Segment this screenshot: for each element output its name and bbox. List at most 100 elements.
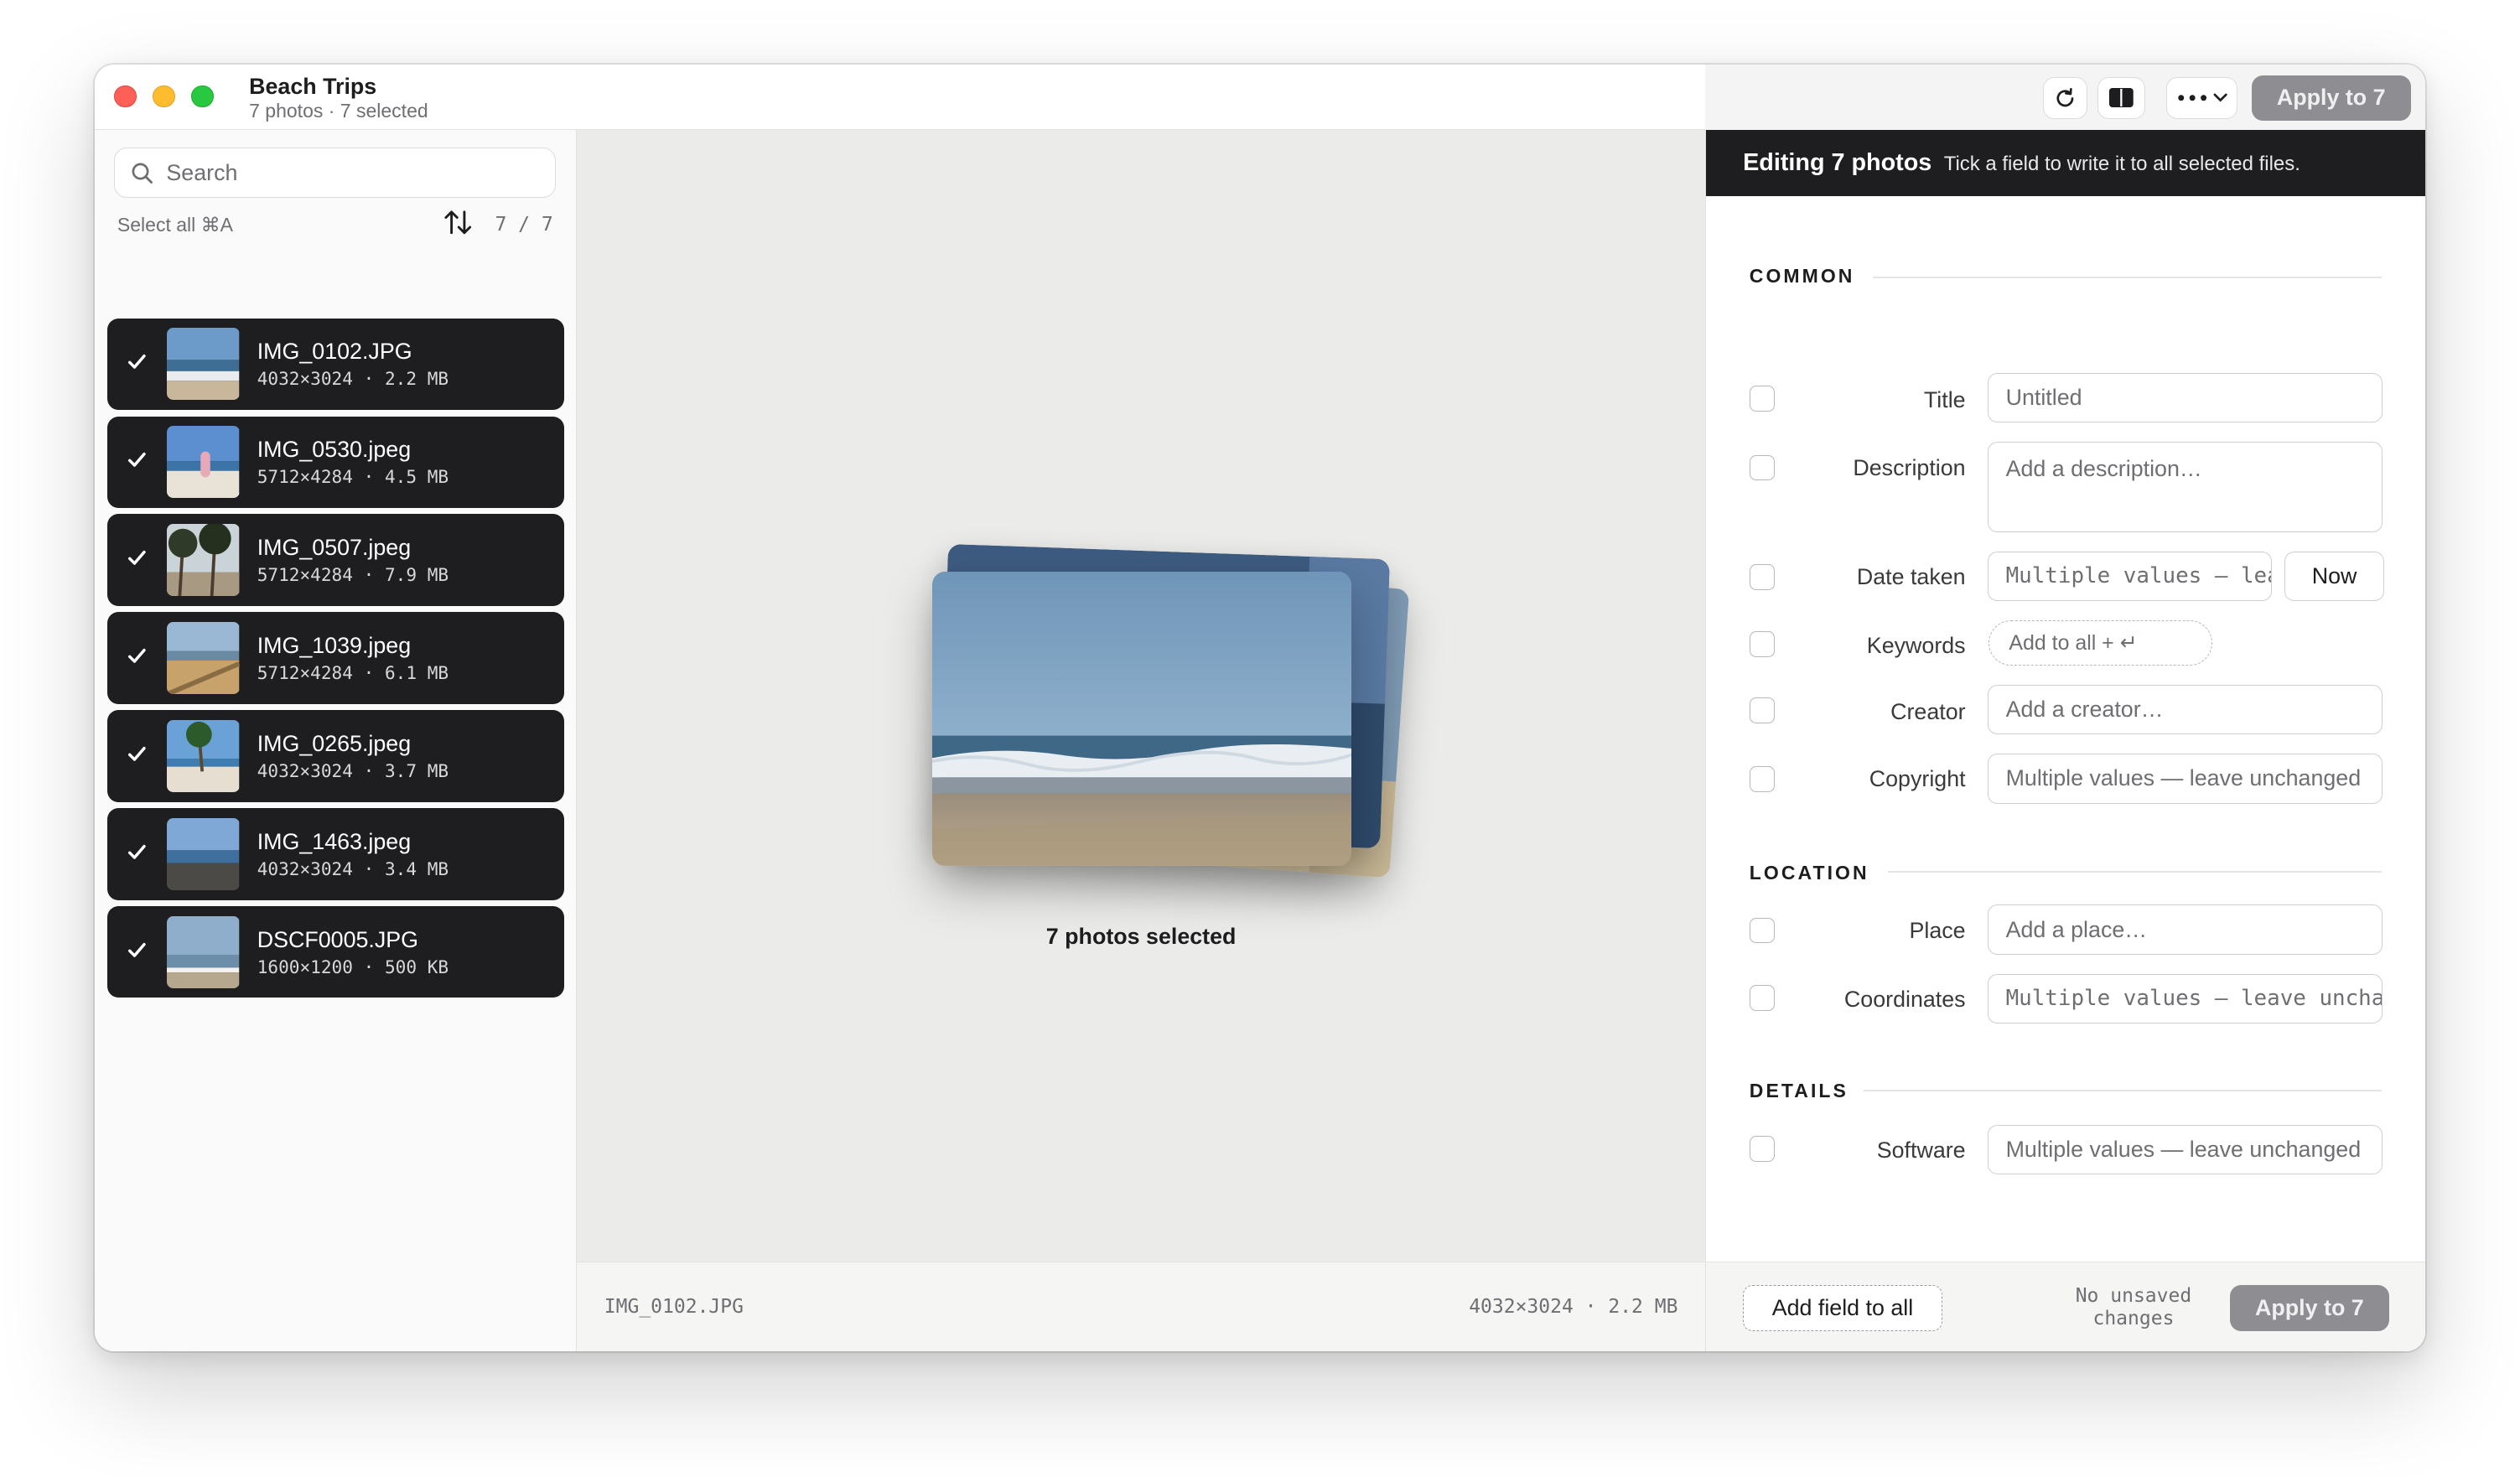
photo-thumbnail — [167, 328, 240, 401]
file-list-item[interactable]: IMG_0265.jpeg 4032×3024 · 3.7 MB — [107, 710, 564, 802]
file-name: IMG_0530.jpeg — [257, 437, 412, 463]
section-divider — [1873, 276, 2383, 278]
photo-thumbnail — [167, 719, 240, 793]
file-name: IMG_1463.jpeg — [257, 829, 412, 855]
photo-thumbnail — [167, 426, 240, 499]
close-window-button[interactable] — [114, 85, 137, 108]
editor-banner: Editing 7 photos Tick a field to write i… — [1706, 130, 2425, 196]
title-field[interactable]: Untitled — [1987, 372, 2383, 423]
date-taken-field[interactable]: Multiple values — leave unchanged — [1987, 551, 2272, 601]
description-checkbox[interactable] — [1749, 454, 1776, 481]
sidebar: Search Select all ⌘A 7 / 7 IMG_0102.JPG … — [95, 130, 578, 1352]
photo-thumbnail — [167, 817, 240, 891]
search-icon — [132, 163, 153, 184]
file-name: DSCF0005.JPG — [257, 927, 419, 953]
desktop: Beach Trips 7 photos · 7 selected Apply … — [0, 0, 2520, 1477]
software-checkbox[interactable] — [1749, 1136, 1776, 1163]
file-list-item[interactable]: IMG_0102.JPG 4032×3024 · 2.2 MB — [107, 318, 564, 410]
add-field-button[interactable]: Add field to all — [1743, 1284, 1942, 1332]
refresh-icon — [2056, 87, 2074, 106]
photo-thumbnail — [167, 621, 240, 695]
file-meta: 5712×4284 · 4.5 MB — [257, 465, 449, 487]
creator-label: Creator — [1890, 698, 1966, 724]
creator-checkbox[interactable] — [1749, 697, 1776, 723]
creator-field[interactable]: Add a creator… — [1987, 684, 2383, 735]
refresh-button[interactable] — [2042, 77, 2088, 119]
file-list-item[interactable]: IMG_1039.jpeg 5712×4284 · 6.1 MB — [107, 612, 564, 704]
file-name: IMG_0507.jpeg — [257, 535, 412, 561]
copyright-label: Copyright — [1869, 766, 1966, 792]
selection-count: 7 / 7 — [495, 213, 553, 236]
place-field[interactable]: Add a place… — [1987, 904, 2383, 955]
title-label: Title — [1923, 387, 1966, 412]
file-name: IMG_0265.jpeg — [257, 731, 412, 757]
more-icon — [2178, 95, 2206, 101]
software-field[interactable]: Multiple values — leave unchanged — [1987, 1124, 2383, 1175]
split-view-icon — [2109, 88, 2134, 108]
keywords-checkbox[interactable] — [1749, 631, 1776, 658]
editor-title: Editing 7 photos — [1743, 149, 1932, 177]
unsaved-status: No unsaved changes — [2075, 1284, 2192, 1329]
metadata-editor: Editing 7 photos Tick a field to write i… — [1705, 130, 2425, 1352]
sort-icon[interactable] — [443, 209, 473, 236]
checkmark-icon — [127, 746, 146, 761]
section-title-details: DETAILS — [1749, 1080, 1849, 1102]
window-title: Beach Trips — [249, 74, 377, 100]
description-label: Description — [1853, 454, 1966, 480]
description-field[interactable]: Add a description… — [1987, 442, 2383, 532]
keywords-field[interactable]: Add to all + ↵ — [1989, 619, 2212, 666]
file-name: IMG_1039.jpeg — [257, 633, 412, 659]
chevron-down-icon — [2213, 93, 2227, 102]
software-label: Software — [1876, 1138, 1966, 1163]
file-meta: 5712×4284 · 7.9 MB — [257, 563, 449, 585]
zoom-window-button[interactable] — [191, 85, 214, 108]
file-list-item[interactable]: IMG_1463.jpeg 4032×3024 · 3.4 MB — [107, 808, 564, 900]
file-meta: 4032×3024 · 2.2 MB — [257, 367, 449, 389]
coordinates-field[interactable]: Multiple values — leave unchanged — [1987, 973, 2383, 1024]
file-name: IMG_0102.JPG — [257, 339, 412, 365]
split-view-button[interactable] — [2097, 77, 2146, 119]
preview-caption: 7 photos selected — [1045, 924, 1237, 950]
file-meta: 5712×4284 · 6.1 MB — [257, 661, 449, 683]
footer-apply-button[interactable]: Apply to 7 — [2229, 1284, 2389, 1332]
editor-hint: Tick a field to write it to all selected… — [1943, 153, 2300, 176]
date-now-button[interactable]: Now — [2284, 551, 2385, 601]
copyright-field[interactable]: Multiple values — leave unchanged — [1987, 754, 2383, 804]
place-checkbox[interactable] — [1749, 917, 1776, 944]
file-list-item[interactable]: IMG_0507.jpeg 5712×4284 · 7.9 MB — [107, 514, 564, 606]
minimize-window-button[interactable] — [153, 85, 175, 108]
file-meta: 4032×3024 · 3.4 MB — [257, 858, 449, 879]
section-divider — [1863, 1089, 2383, 1091]
coordinates-checkbox[interactable] — [1749, 985, 1776, 1011]
section-title-common: COMMON — [1749, 265, 1855, 288]
status-file-name: IMG_0102.JPG — [604, 1296, 744, 1319]
checkmark-icon — [127, 844, 146, 859]
section-title-location: LOCATION — [1749, 861, 1869, 884]
more-button[interactable] — [2166, 77, 2237, 119]
file-list-item[interactable]: DSCF0005.JPG 1600×1200 · 500 KB — [107, 906, 564, 998]
checkmark-icon — [127, 550, 146, 565]
title-bar: Beach Trips 7 photos · 7 selected Apply … — [95, 64, 2425, 131]
app-window: Beach Trips 7 photos · 7 selected Apply … — [95, 64, 2425, 1352]
file-meta: 4032×3024 · 3.7 MB — [257, 759, 449, 781]
checkmark-icon — [127, 354, 146, 369]
photo-thumbnail — [167, 915, 240, 988]
search-placeholder: Search — [166, 159, 238, 185]
status-file-meta: 4032×3024 · 2.2 MB — [1469, 1296, 1678, 1319]
select-all-link[interactable]: Select all ⌘A — [117, 214, 233, 236]
editor-footer: Add field to all No unsaved changes Appl… — [1706, 1261, 2425, 1352]
date-taken-label: Date taken — [1856, 563, 1966, 589]
copyright-checkbox[interactable] — [1749, 766, 1776, 793]
keywords-label: Keywords — [1866, 633, 1966, 659]
preview-pane: 7 photos selected — [577, 130, 1706, 1262]
date-taken-checkbox[interactable] — [1749, 563, 1776, 590]
preview-status-bar: IMG_0102.JPG 4032×3024 · 2.2 MB — [577, 1261, 1706, 1352]
checkmark-icon — [127, 942, 146, 957]
title-checkbox[interactable] — [1749, 386, 1776, 412]
toolbar-apply-button[interactable]: Apply to 7 — [2251, 75, 2411, 121]
preview-photo — [931, 572, 1352, 867]
place-label: Place — [1909, 917, 1966, 943]
file-meta: 1600×1200 · 500 KB — [257, 956, 449, 977]
file-list-item[interactable]: IMG_0530.jpeg 5712×4284 · 4.5 MB — [107, 416, 564, 508]
search-input[interactable]: Search — [114, 148, 557, 198]
